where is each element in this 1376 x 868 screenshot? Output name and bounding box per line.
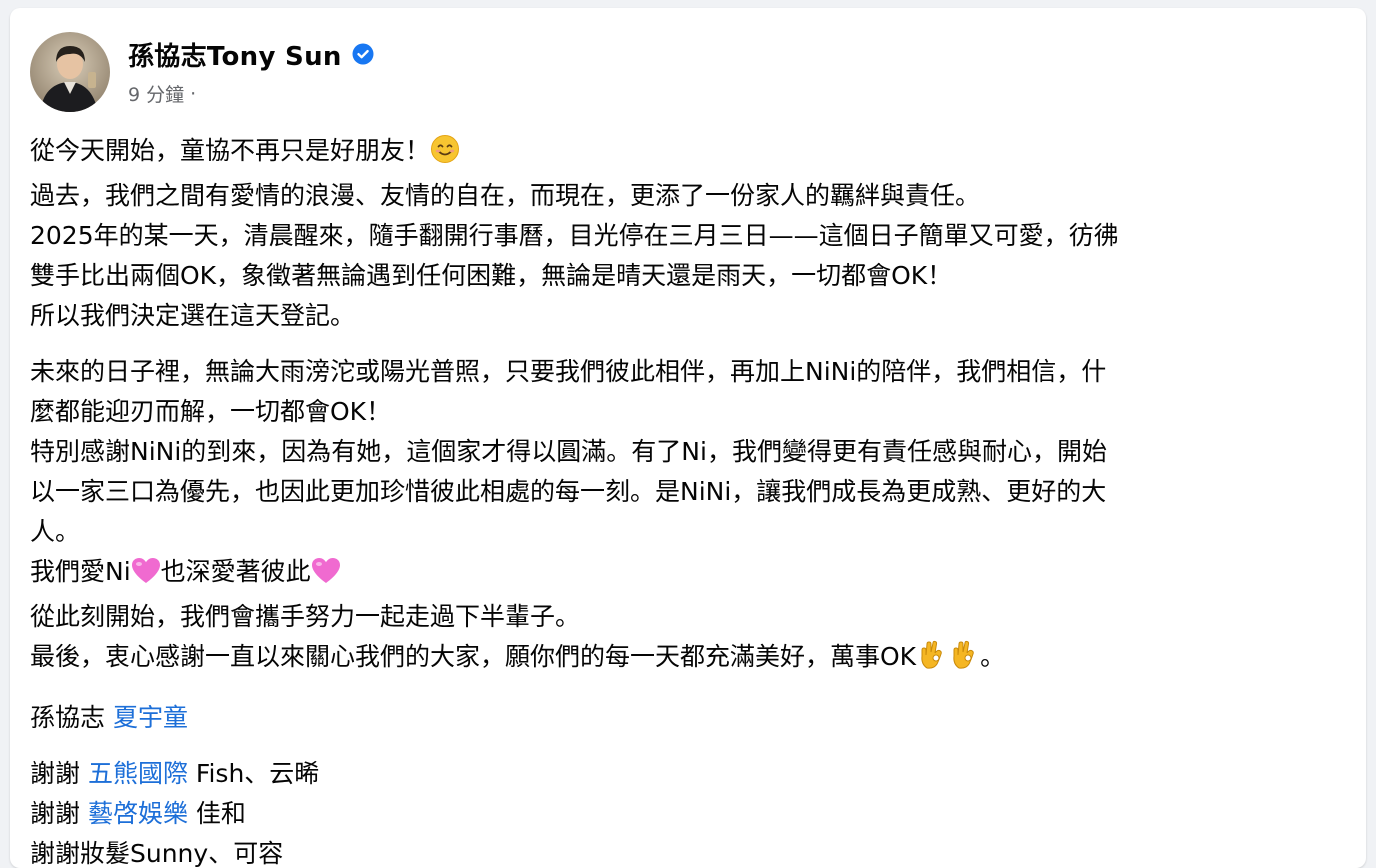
post-card: 孫協志Tony Sun 9 分鐘 · 從今天開始，童協不再只是好朋友！ 過去，我… — [10, 8, 1366, 868]
signature-name: 孫協志 — [30, 703, 106, 732]
thanks-line: 謝謝妝髮Sunny、可容 — [30, 839, 284, 868]
paragraph-2: 未來的日子裡，無論大雨滂沱或陽光普照，只要我們彼此相伴，再加上NiNi的陪伴，我… — [30, 352, 1330, 682]
post-header: 孫協志Tony Sun 9 分鐘 · — [30, 32, 374, 116]
text-line: 未來的日子裡，無論大雨滂沱或陽光普照，只要我們彼此相伴，再加上NiNi的陪伴，我… — [30, 357, 1107, 386]
text-line: 麼都能迎刃而解，一切都會OK！ — [30, 397, 392, 426]
author-row: 孫協志Tony Sun — [128, 36, 374, 72]
pink-heart-icon — [311, 557, 341, 597]
post-time-row: 9 分鐘 · — [128, 80, 374, 107]
pink-heart-icon — [131, 557, 161, 597]
author-name[interactable]: 孫協志Tony Sun — [128, 36, 342, 73]
text-line: 人。 — [30, 517, 81, 546]
tagged-person-link[interactable]: 夏宇童 — [113, 703, 188, 732]
smiling-face-icon — [430, 134, 460, 176]
text-line: 雙手比出兩個OK，象徵著無論遇到任何困難，無論是晴天還是雨天，一切都會OK！ — [30, 261, 953, 290]
signature: 孫協志 夏宇童 — [30, 698, 1330, 738]
tagged-page-link[interactable]: 藝啓娛樂 — [88, 799, 188, 828]
text-segment: 佳和 — [187, 799, 246, 828]
paragraph-1: 從今天開始，童協不再只是好朋友！ 過去，我們之間有愛情的浪漫、友情的自在，而現在… — [30, 131, 1330, 336]
text-line: 所以我們決定選在這天登記。 — [30, 301, 356, 330]
text-segment: 從今天開始，童協不再只是好朋友！ — [30, 136, 431, 165]
separator-dot: · — [190, 82, 197, 105]
text-line: 特別感謝NiNi的到來，因為有她，這個家才得以圓滿。有了Ni，我們變得更有責任感… — [30, 437, 1107, 466]
text-segment: 謝謝 — [30, 759, 88, 788]
verified-badge-icon — [352, 43, 374, 65]
post-meta: 孫協志Tony Sun 9 分鐘 · — [128, 32, 374, 107]
text-line: 我們愛Ni 也深愛著彼此 — [30, 552, 1330, 597]
post-timestamp[interactable]: 9 分鐘 — [128, 80, 184, 107]
text-line: 2025年的某一天，清晨醒來，隨手翻開行事曆，目光停在三月三日——這個日子簡單又… — [30, 221, 1119, 250]
text-line: 從此刻開始，我們會攜手努力一起走過下半輩子。 — [30, 602, 581, 631]
tagged-page-link[interactable]: 五熊國際 — [88, 759, 188, 788]
thanks-line: 謝謝 五熊國際 Fish、云晞 — [30, 754, 1330, 794]
post-body: 從今天開始，童協不再只是好朋友！ 過去，我們之間有愛情的浪漫、友情的自在，而現在… — [30, 131, 1330, 868]
text-segment: 最後，衷心感謝一直以來關心我們的大家，願你們的每一天都充滿美好，萬事OK — [30, 642, 917, 671]
thanks-list: 謝謝 五熊國際 Fish、云晞 謝謝 藝啓娛樂 佳和 謝謝妝髮Sunny、可容 — [30, 754, 1330, 868]
text-line: 孫協志 夏宇童 — [30, 698, 1330, 738]
text-line: 以一家三口為優先，也因此更加珍惜彼此相處的每一刻。是NiNi，讓我們成長為更成熟… — [30, 477, 1107, 506]
text-line: 過去，我們之間有愛情的浪漫、友情的自在，而現在，更添了一份家人的羈絆與責任。 — [30, 181, 981, 210]
text-line: 從今天開始，童協不再只是好朋友！ — [30, 131, 1330, 176]
thanks-line: 謝謝 藝啓娛樂 佳和 — [30, 794, 1330, 834]
ok-hand-icon — [916, 638, 948, 682]
text-segment: 。 — [980, 642, 1006, 671]
ok-hand-icon — [948, 638, 980, 682]
author-avatar[interactable] — [30, 32, 110, 112]
text-segment: Fish、云晞 — [187, 759, 320, 788]
text-segment: 也深愛著彼此 — [160, 557, 311, 586]
text-segment: 我們愛Ni — [30, 557, 131, 586]
text-segment: 謝謝 — [30, 799, 88, 828]
text-line: 最後，衷心感謝一直以來關心我們的大家，願你們的每一天都充滿美好，萬事OK 。 — [30, 637, 1330, 682]
